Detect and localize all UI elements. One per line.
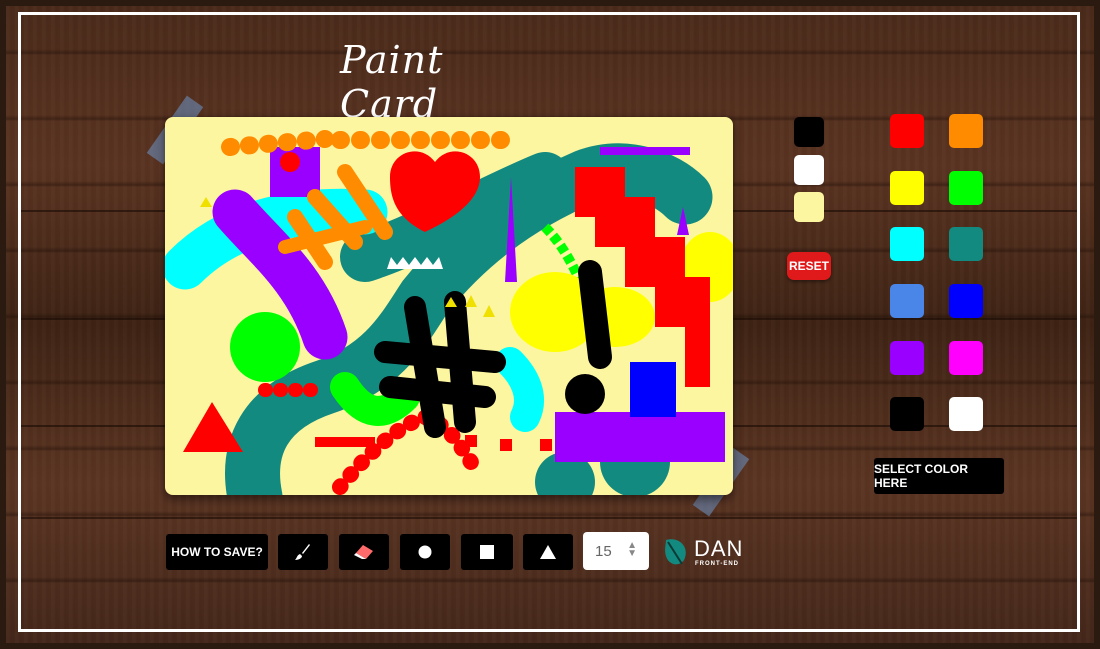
swatch-purple[interactable] — [890, 341, 924, 375]
brush-size-value: 15 — [595, 542, 612, 560]
spinner-icon[interactable]: ▲ ▼ — [627, 541, 637, 559]
brand-logo: DAN FRONT-END — [660, 532, 750, 572]
swatch-cornflower[interactable] — [890, 284, 924, 318]
swatch-white[interactable] — [794, 155, 824, 185]
swatch-magenta[interactable] — [949, 341, 983, 375]
plank-divider — [21, 517, 1077, 519]
square-icon — [480, 545, 494, 559]
swatch-black-2[interactable] — [890, 397, 924, 431]
swatch-orange[interactable] — [949, 114, 983, 148]
reset-button[interactable]: RESET — [787, 252, 831, 280]
triangle-tool-button[interactable] — [523, 534, 573, 570]
select-color-button[interactable]: SELECT COLOR HERE — [874, 458, 1004, 494]
circle-icon — [418, 545, 432, 559]
swatch-cream[interactable] — [794, 192, 824, 222]
leaf-logo-icon — [665, 539, 686, 565]
swatch-black[interactable] — [794, 117, 824, 147]
brush-tool-button[interactable] — [278, 534, 328, 570]
page-title: Paint Card — [340, 38, 444, 126]
canvas-artwork — [165, 130, 733, 495]
logo-subtitle: FRONT-END — [695, 561, 739, 567]
swatch-yellow[interactable] — [890, 171, 924, 205]
square-tool-button[interactable] — [461, 534, 513, 570]
logo-name: DAN — [694, 536, 744, 561]
triangle-icon — [540, 545, 556, 559]
swatch-teal[interactable] — [949, 227, 983, 261]
swatch-red[interactable] — [890, 114, 924, 148]
brush-size-input[interactable]: 15 ▲ ▼ — [583, 532, 649, 570]
brush-icon — [295, 544, 310, 560]
eraser-icon — [354, 545, 373, 559]
swatch-cyan[interactable] — [890, 227, 924, 261]
eraser-tool-button[interactable] — [339, 534, 389, 570]
circle-tool-button[interactable] — [400, 534, 450, 570]
how-to-save-button[interactable]: HOW TO SAVE? — [166, 534, 268, 570]
drawing-canvas[interactable] — [165, 117, 733, 495]
swatch-green[interactable] — [949, 171, 983, 205]
swatch-white-2[interactable] — [949, 397, 983, 431]
swatch-blue[interactable] — [949, 284, 983, 318]
